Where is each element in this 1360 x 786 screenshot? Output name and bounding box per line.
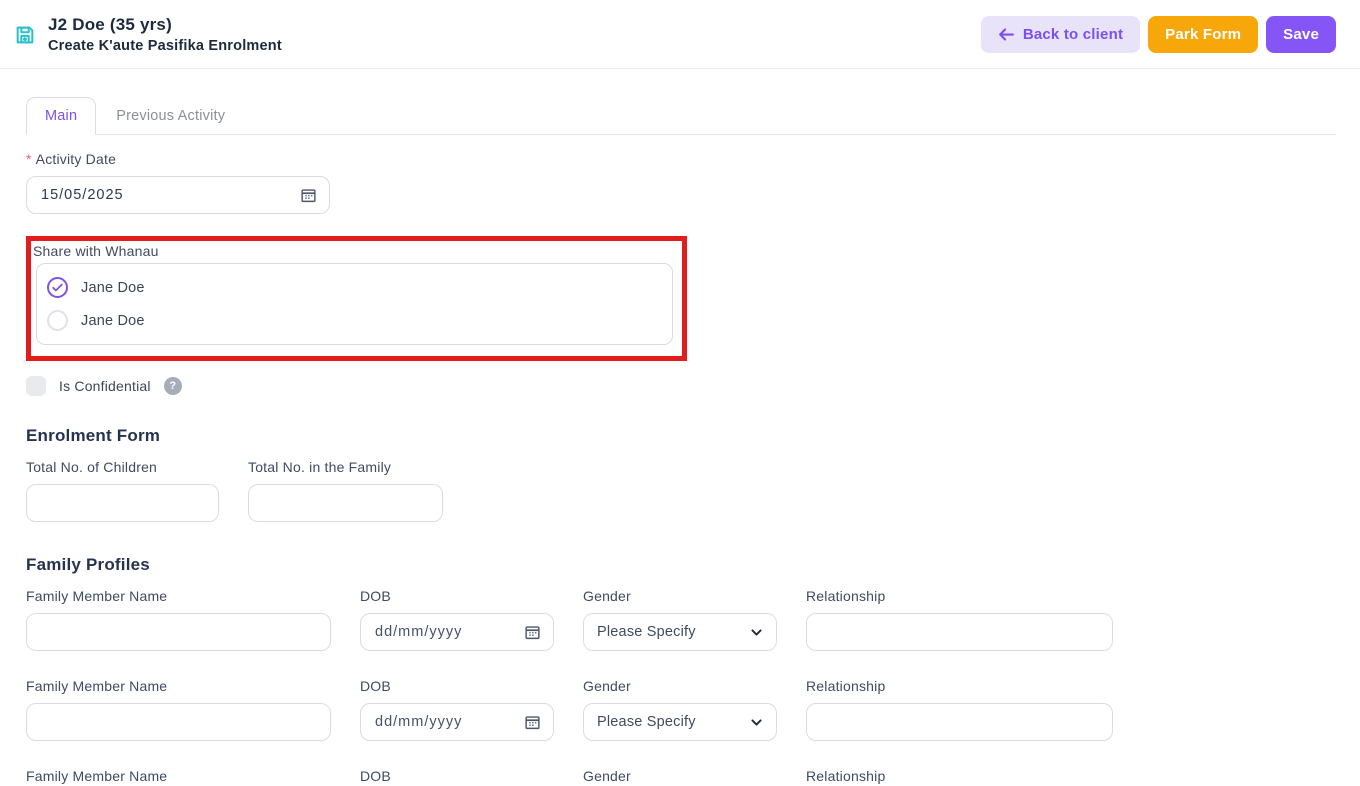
relationship-input[interactable] (821, 714, 1098, 730)
activity-date-input[interactable] (41, 187, 315, 203)
gender-selected-value: Please Specify (597, 714, 696, 730)
dob-input[interactable] (375, 714, 539, 730)
family-member-name-input-wrapper (26, 613, 331, 651)
family-member-name-label: Family Member Name (26, 678, 168, 694)
back-to-client-button[interactable]: Back to client (980, 15, 1141, 53)
family-member-name-label: Family Member Name (26, 768, 168, 784)
required-asterisk: * (26, 151, 32, 167)
save-button[interactable]: Save (1266, 15, 1336, 53)
family-profiles-heading: Family Profiles (26, 555, 150, 574)
total-children-input[interactable] (41, 495, 204, 511)
dob-input-wrapper (360, 613, 554, 651)
is-confidential-label: Is Confidential (59, 378, 151, 394)
share-option-name: Jane Doe (81, 312, 145, 329)
family-member-name-label: Family Member Name (26, 588, 168, 604)
family-profile-row: Family Member Name DOB Gender Relationsh… (26, 678, 1336, 741)
tab-bar: Main Previous Activity (26, 97, 1336, 135)
total-family-input[interactable] (263, 495, 428, 511)
save-label: Save (1283, 25, 1319, 43)
floppy-disk-icon (14, 24, 36, 46)
relationship-input[interactable] (821, 624, 1098, 640)
family-member-name-input[interactable] (41, 714, 316, 730)
question-mark-icon[interactable]: ? (163, 377, 182, 395)
chevron-down-icon (750, 716, 763, 729)
family-profile-row: Family Member Name DOB Gender Relationsh… (26, 588, 1336, 651)
share-with-whanau-list: Jane Doe Jane Doe (36, 263, 673, 345)
family-profiles-section: Family Profiles Family Member Name DOB G… (26, 555, 1336, 786)
gender-select[interactable]: Please Specify (583, 703, 777, 741)
dob-label: DOB (360, 768, 391, 784)
total-family-input-wrapper (248, 484, 443, 522)
total-family-label: Total No. in the Family (248, 459, 392, 475)
chevron-down-icon (750, 626, 763, 639)
family-member-name-input-wrapper (26, 703, 331, 741)
page-title: J2 Doe (35 yrs) (48, 14, 172, 34)
share-with-whanau-label: Share with Whanau (33, 243, 159, 259)
dob-label: DOB (360, 678, 391, 694)
dob-input-wrapper (360, 703, 554, 741)
checkbox-checked[interactable] (47, 277, 68, 298)
annotation-highlight-rectangle: Share with Whanau Jane Doe Jane Doe (26, 236, 687, 361)
relationship-label: Relationship (806, 768, 886, 784)
checkbox-unchecked[interactable] (47, 310, 68, 331)
gender-label: Gender (583, 768, 631, 784)
tab-main[interactable]: Main (26, 97, 97, 135)
relationship-input-wrapper (806, 613, 1113, 651)
gender-selected-value: Please Specify (597, 624, 696, 640)
page-subtitle: Create K'aute Pasifika Enrolment (48, 37, 282, 54)
gender-label: Gender (583, 678, 631, 694)
dob-input[interactable] (375, 624, 539, 640)
title-block: J2 Doe (35 yrs) Create K'aute Pasifika E… (48, 15, 282, 54)
share-option-row[interactable]: Jane Doe (47, 271, 662, 304)
total-children-label: Total No. of Children (26, 459, 158, 475)
relationship-label: Relationship (806, 678, 886, 694)
enrolment-form-heading: Enrolment Form (26, 426, 161, 445)
enrolment-form-section: Enrolment Form Total No. of Children Tot… (26, 426, 1336, 522)
gender-label: Gender (583, 588, 631, 604)
calendar-icon[interactable] (524, 624, 541, 641)
total-children-input-wrapper (26, 484, 219, 522)
park-form-label: Park Form (1165, 25, 1242, 43)
tab-previous-activity[interactable]: Previous Activity (96, 98, 245, 134)
share-option-row[interactable]: Jane Doe (47, 304, 662, 337)
header-actions: Back to client Park Form Save (980, 15, 1336, 53)
back-to-client-label: Back to client (1022, 25, 1124, 43)
activity-date-field: * Activity Date (26, 151, 1336, 214)
gender-select[interactable]: Please Specify (583, 613, 777, 651)
arrow-left-icon (998, 27, 1015, 42)
relationship-label: Relationship (806, 588, 886, 604)
park-form-button[interactable]: Park Form (1148, 15, 1259, 53)
activity-date-label: * Activity Date (26, 151, 117, 167)
is-confidential-checkbox[interactable] (26, 376, 46, 396)
is-confidential-row: Is Confidential ? (26, 376, 1336, 396)
family-profile-row: Family Member Name DOB Gender Relationsh… (26, 768, 1336, 786)
calendar-icon[interactable] (524, 714, 541, 731)
calendar-icon[interactable] (300, 187, 317, 204)
share-option-name: Jane Doe (81, 279, 145, 296)
relationship-input-wrapper (806, 703, 1113, 741)
dob-label: DOB (360, 588, 391, 604)
page-header: J2 Doe (35 yrs) Create K'aute Pasifika E… (0, 0, 1360, 69)
family-member-name-input[interactable] (41, 624, 316, 640)
activity-date-input-wrapper (26, 176, 330, 214)
